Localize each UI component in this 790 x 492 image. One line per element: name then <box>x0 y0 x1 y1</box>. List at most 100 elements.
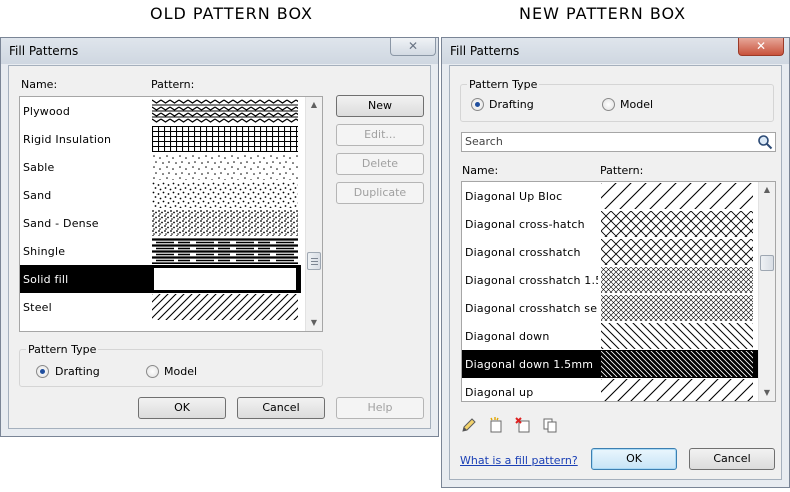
list-item[interactable]: Diagonal Up Bloc <box>462 182 758 210</box>
pattern-name: Diagonal down <box>465 330 550 343</box>
pattern-name: Diagonal crosshatch <box>465 246 581 259</box>
old-ok-button[interactable]: OK <box>138 397 226 419</box>
list-item[interactable]: Sable <box>20 153 301 181</box>
list-item[interactable]: Sand <box>20 181 301 209</box>
pattern-name: Diagonal crosshatch 1.5mm <box>465 274 598 287</box>
new-pattern-header: Pattern: <box>600 164 644 177</box>
pattern-swatch <box>601 239 753 265</box>
scroll-thumb[interactable] <box>760 255 774 271</box>
old-drafting-radio[interactable] <box>36 365 49 378</box>
old-list-scrollbar[interactable]: ▲ ▼ <box>305 97 322 331</box>
old-model-label[interactable]: Model <box>164 365 197 378</box>
pattern-name: Diagonal cross-hatch <box>465 218 585 231</box>
pattern-swatch <box>152 266 298 292</box>
pattern-name: Sable <box>23 161 55 174</box>
new-cancel-button[interactable]: Cancel <box>689 448 775 470</box>
new-pattern-icon[interactable] <box>488 417 504 433</box>
old-fill-patterns-dialog: Fill Patterns ✕ Name: Pattern: Plywood Ri… <box>0 37 439 437</box>
old-cancel-button[interactable]: Cancel <box>237 397 325 419</box>
new-pattern-type-group: Pattern Type Drafting Model <box>460 78 774 122</box>
old-close-icon[interactable]: ✕ <box>390 38 436 56</box>
delete-pattern-icon[interactable] <box>515 417 531 433</box>
pattern-swatch <box>601 295 753 321</box>
pattern-swatch <box>601 211 753 237</box>
delete-button[interactable]: Delete <box>336 153 424 175</box>
old-drafting-label[interactable]: Drafting <box>55 365 100 378</box>
old-dialog-title: Fill Patterns <box>9 44 79 58</box>
old-pattern-type-group: Pattern Type Drafting Model <box>19 343 323 387</box>
pattern-swatch <box>601 323 753 349</box>
pattern-swatch <box>152 182 298 208</box>
new-list-scrollbar[interactable]: ▲ ▼ <box>758 182 775 401</box>
pattern-name: Shingle <box>23 245 66 258</box>
old-name-header: Name: <box>21 78 58 91</box>
new-model-radio[interactable] <box>602 98 615 111</box>
scroll-up-icon[interactable]: ▲ <box>306 97 322 113</box>
new-dialog-body: Pattern Type Drafting Model Search Name:… <box>449 65 782 480</box>
new-close-icon[interactable]: ✕ <box>738 38 784 56</box>
new-pattern-list[interactable]: Diagonal Up Bloc Diagonal cross-hatch Diag… <box>461 181 776 402</box>
old-title-bar: Fill Patterns ✕ <box>1 38 438 64</box>
pattern-swatch <box>152 126 298 152</box>
search-icon[interactable] <box>757 134 773 150</box>
scroll-down-icon[interactable]: ▼ <box>759 385 775 401</box>
pattern-swatch <box>601 351 753 377</box>
new-drafting-radio[interactable] <box>471 98 484 111</box>
list-item[interactable]: Shingle <box>20 237 301 265</box>
list-item[interactable]: Diagonal up <box>462 378 758 401</box>
pattern-name: Diagonal crosshatch serré <box>465 302 598 315</box>
pattern-swatch <box>152 154 298 180</box>
list-item[interactable]: Diagonal down <box>462 322 758 350</box>
scroll-up-icon[interactable]: ▲ <box>759 182 775 198</box>
pattern-name: Sand - Dense <box>23 217 99 230</box>
new-name-header: Name: <box>462 164 499 177</box>
duplicate-button[interactable]: Duplicate <box>336 182 424 204</box>
list-item[interactable]: Diagonal crosshatch 1.5mm <box>462 266 758 294</box>
new-button[interactable]: New <box>336 95 424 117</box>
old-help-button[interactable]: Help <box>336 397 424 419</box>
pencil-icon[interactable] <box>461 417 477 433</box>
caption-new: NEW PATTERN BOX <box>519 4 687 23</box>
help-link[interactable]: What is a fill pattern? <box>460 454 578 467</box>
pattern-name: Steel <box>23 301 52 314</box>
new-pattern-type-label: Pattern Type <box>467 78 540 91</box>
pattern-swatch <box>601 183 753 209</box>
new-title-bar: Fill Patterns ✕ <box>442 38 789 64</box>
pattern-swatch <box>152 210 298 236</box>
pattern-swatch <box>152 98 298 124</box>
new-drafting-label[interactable]: Drafting <box>489 98 534 111</box>
pattern-swatch <box>152 294 298 320</box>
pattern-name: Diagonal down 1.5mm <box>465 358 594 371</box>
list-item[interactable]: Diagonal down 1.5mm <box>462 350 758 378</box>
list-item[interactable]: Tin <box>20 321 301 331</box>
old-dialog-body: Name: Pattern: Plywood Rigid Insulation Sa… <box>8 65 431 429</box>
pattern-name: Sand <box>23 189 52 202</box>
new-ok-button[interactable]: OK <box>591 448 677 470</box>
pattern-name: Tin <box>23 329 149 331</box>
list-item[interactable]: Diagonal cross-hatch <box>462 210 758 238</box>
new-dialog-title: Fill Patterns <box>450 44 520 58</box>
edit-button[interactable]: Edit... <box>336 124 424 146</box>
scroll-down-icon[interactable]: ▼ <box>306 315 322 331</box>
old-model-radio[interactable] <box>146 365 159 378</box>
list-item[interactable]: Plywood <box>20 97 301 125</box>
list-item[interactable]: Diagonal crosshatch serré <box>462 294 758 322</box>
pattern-swatch <box>601 379 753 401</box>
old-pattern-header: Pattern: <box>151 78 195 91</box>
list-item[interactable]: Diagonal crosshatch <box>462 238 758 266</box>
pattern-name: Solid fill <box>23 273 69 286</box>
new-model-label[interactable]: Model <box>620 98 653 111</box>
list-item[interactable]: Solid fill <box>20 265 301 293</box>
list-item[interactable]: Sand - Dense <box>20 209 301 237</box>
old-pattern-list[interactable]: Plywood Rigid Insulation Sable Sand Sand - D… <box>19 96 323 332</box>
list-item[interactable]: Rigid Insulation <box>20 125 301 153</box>
pattern-name: Diagonal up <box>465 386 534 399</box>
pattern-name: Plywood <box>23 105 71 118</box>
list-item[interactable]: Steel <box>20 293 301 321</box>
pattern-swatch <box>601 267 753 293</box>
scroll-thumb[interactable] <box>307 252 321 270</box>
search-input[interactable]: Search <box>461 132 776 152</box>
duplicate-icon[interactable] <box>542 417 558 433</box>
caption-old: OLD PATTERN BOX <box>150 4 314 23</box>
new-fill-patterns-dialog: Fill Patterns ✕ Pattern Type Drafting Mo… <box>441 37 790 488</box>
